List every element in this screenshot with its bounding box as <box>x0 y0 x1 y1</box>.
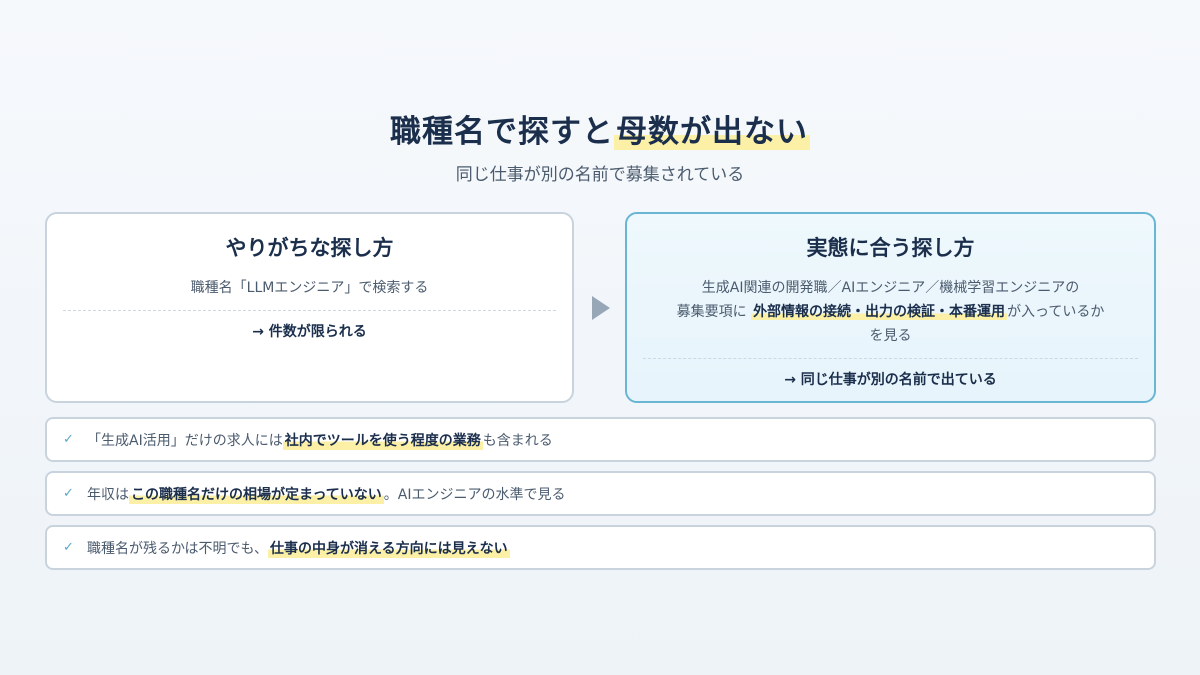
point-text-post: 。AIエンジニアの水準で見る <box>383 486 566 503</box>
realistic-approach-result: → 同じ仕事が別の名前で出ている <box>784 372 997 388</box>
point-text-highlight: 仕事の中身が消える方向には見えない <box>268 537 510 558</box>
point-row-3: ✓ 職種名が残るかは不明でも、 仕事の中身が消える方向には見えない <box>45 525 1156 570</box>
common-approach-title: やりがちな探し方 <box>225 236 394 260</box>
point-text-pre: 「生成AI活用」だけの求人には <box>87 432 283 449</box>
point-text-pre: 年収は <box>87 486 129 503</box>
title-highlight: 母数が出ない <box>614 114 810 150</box>
body-line-2: 募集要項に 外部情報の接続・出力の検証・本番運用 が入っているか <box>643 300 1138 324</box>
checkmark-icon: ✓ <box>63 540 74 555</box>
page-subtitle: 同じ仕事が別の名前で募集されている <box>455 165 745 185</box>
common-approach-body: 職種名「LLMエンジニア」で検索する <box>190 280 429 296</box>
checkmark-icon: ✓ <box>63 432 74 447</box>
realistic-approach-card: 実態に合う探し方 生成AI関連の開発職／AIエンジニア／機械学習エンジニアの 募… <box>625 212 1156 403</box>
point-text-highlight: 社内でツールを使う程度の業務 <box>282 429 483 450</box>
body-line-2-highlight: 外部情報の接続・出力の検証・本番運用 <box>751 304 1008 320</box>
triangle-right-icon <box>592 296 610 320</box>
divider <box>63 310 556 311</box>
body-line-1: 生成AI関連の開発職／AIエンジニア／機械学習エンジニアの <box>701 280 1080 296</box>
title-plain: 職種名で探すと <box>390 114 614 150</box>
body-line-2-pre: 募集要項に <box>676 304 752 320</box>
point-text-post: も含まれる <box>482 432 553 449</box>
body-line-2-post: が入っているか <box>1007 304 1105 320</box>
realistic-approach-body: 生成AI関連の開発職／AIエンジニア／機械学習エンジニアの 募集要項に 外部情報… <box>643 276 1138 348</box>
realistic-approach-title: 実態に合う探し方 <box>806 236 975 260</box>
page-title: 職種名で探すと母数が出ない <box>0 106 1200 151</box>
point-row-2: ✓ 年収は この職種名だけの相場が定まっていない 。AIエンジニアの水準で見る <box>45 471 1156 516</box>
point-row-1: ✓ 「生成AI活用」だけの求人には 社内でツールを使う程度の業務 も含まれる <box>45 417 1156 462</box>
point-text-highlight: この職種名だけの相場が定まっていない <box>129 483 384 504</box>
point-text-pre: 職種名が残るかは不明でも、 <box>87 540 269 557</box>
checkmark-icon: ✓ <box>63 486 74 501</box>
divider <box>643 358 1138 359</box>
body-line-3: を見る <box>869 328 912 344</box>
common-approach-result: → 件数が限られる <box>252 324 367 340</box>
common-approach-card: やりがちな探し方 職種名「LLMエンジニア」で検索する → 件数が限られる <box>45 212 574 403</box>
